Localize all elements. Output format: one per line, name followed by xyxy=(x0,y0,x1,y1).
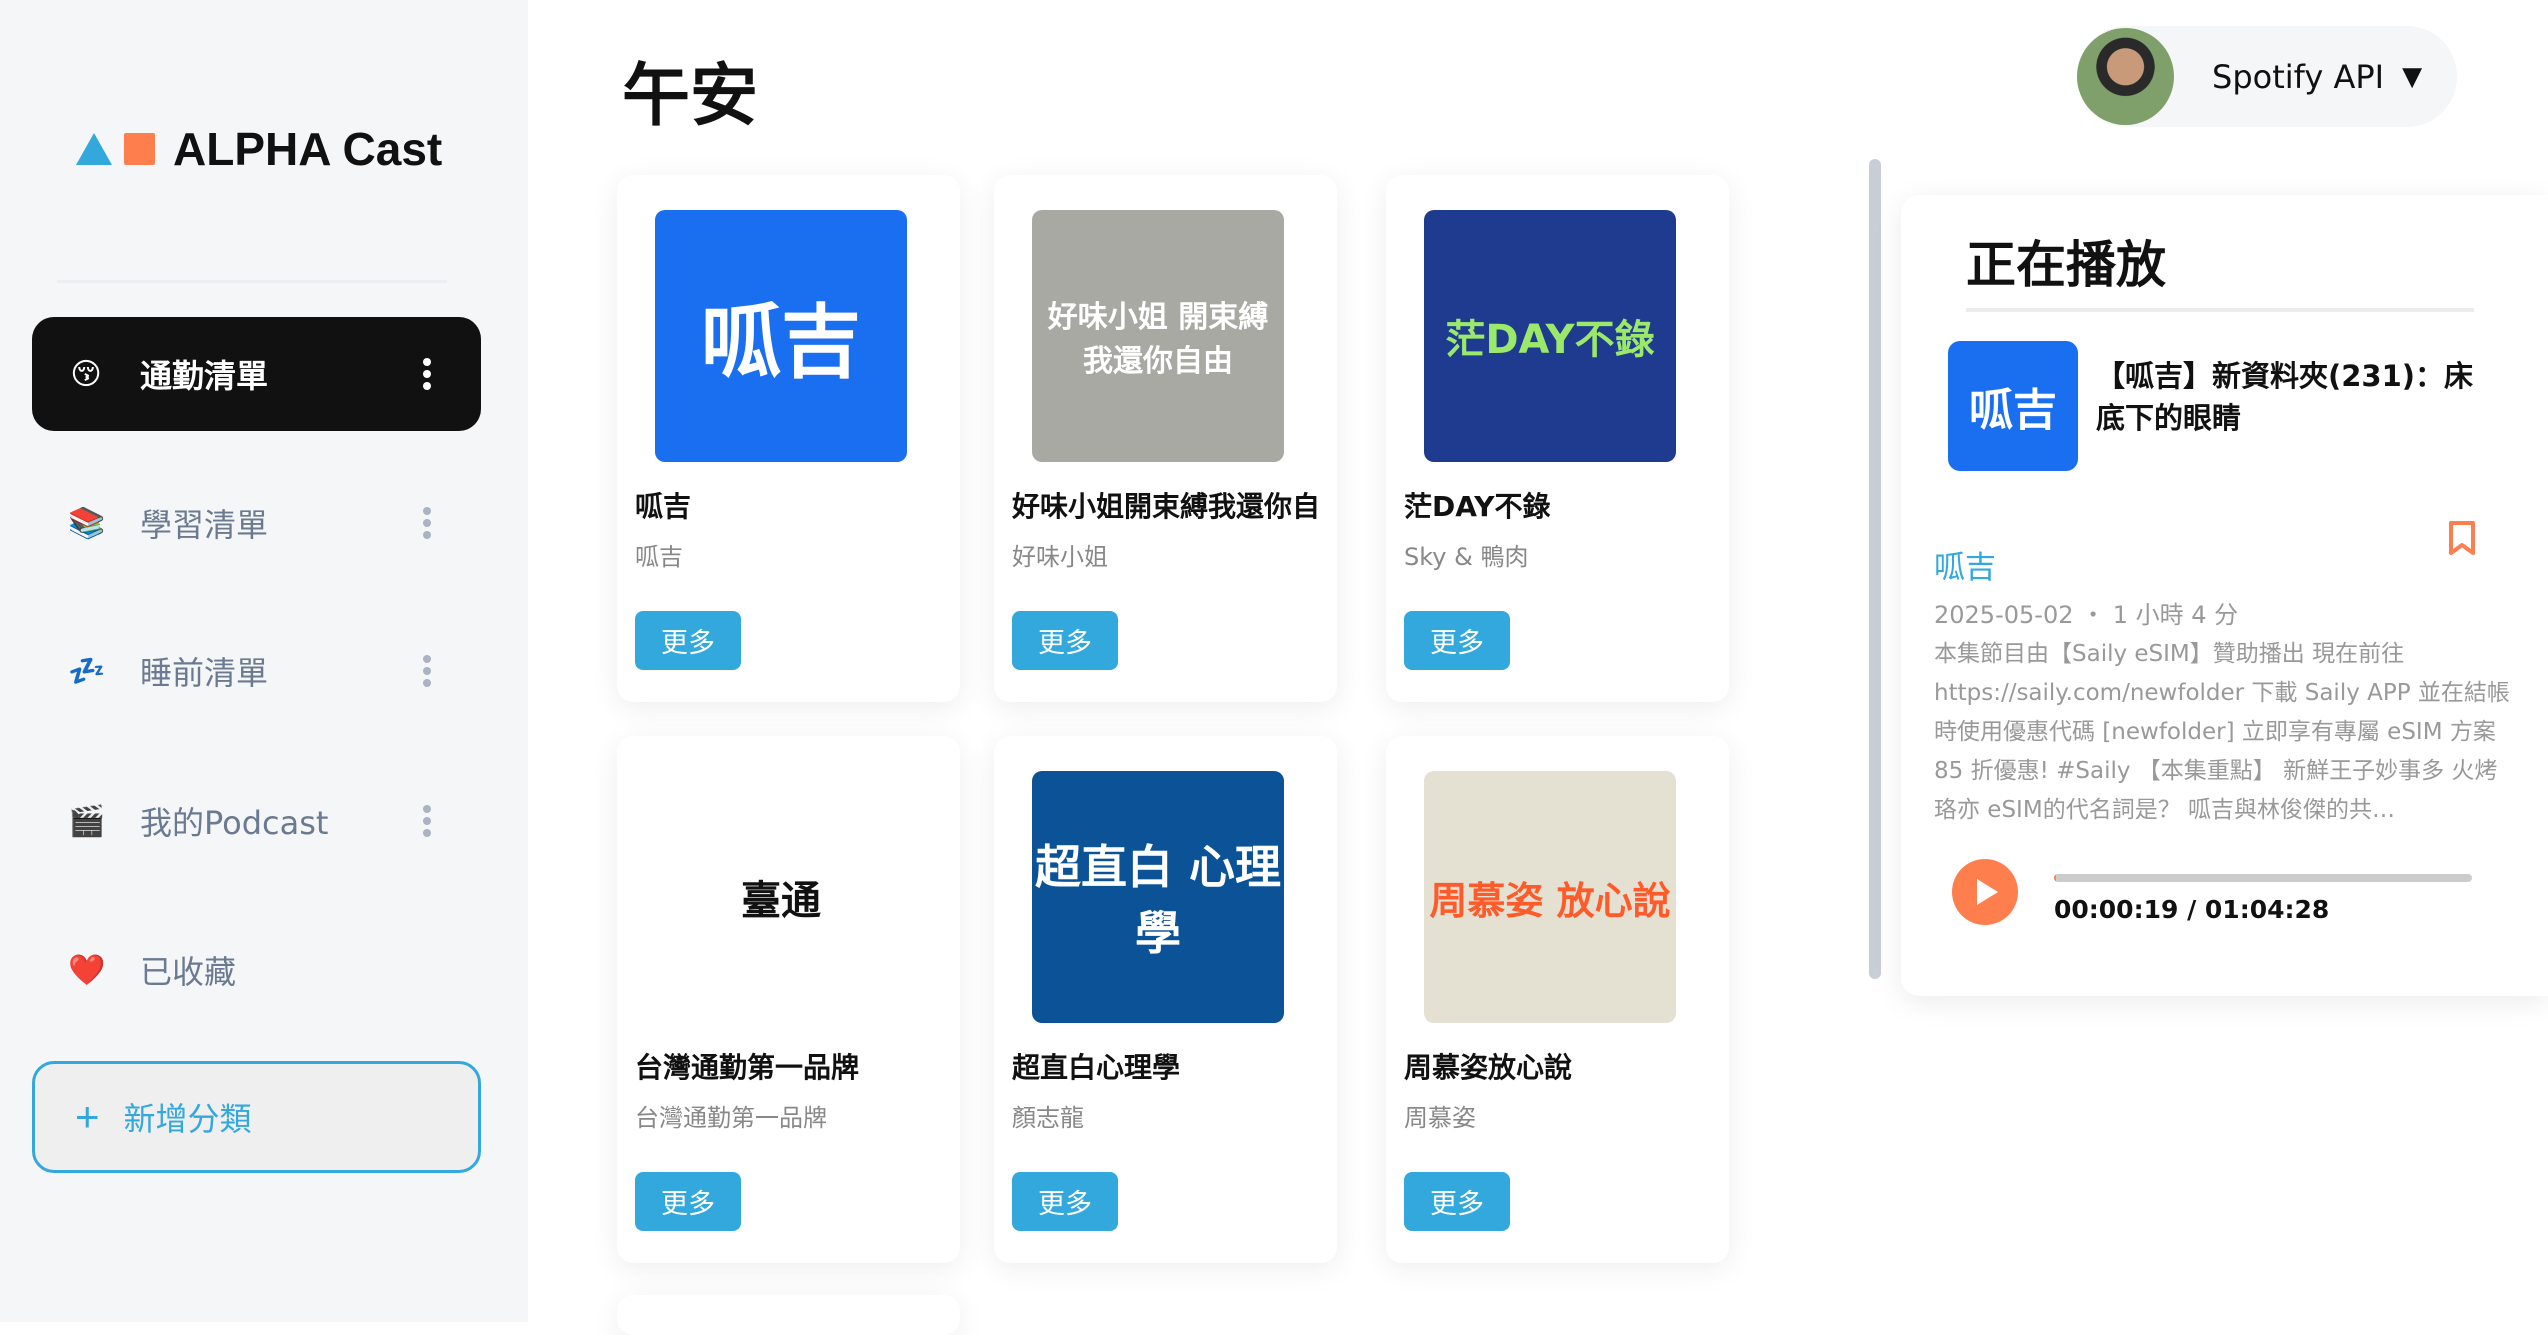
podcast-author: 台灣通勤第一品牌 xyxy=(635,1104,827,1132)
podcast-card[interactable]: 周慕姿 放心說 周慕姿放心說 周慕姿 更多 xyxy=(1386,736,1729,1263)
progress-fill xyxy=(2054,874,2057,882)
podcast-author: 呱吉 xyxy=(635,543,683,571)
divider xyxy=(57,280,447,283)
more-button[interactable]: 更多 xyxy=(1012,1172,1118,1231)
episode-cover: 呱吉 xyxy=(1948,341,2078,471)
more-button[interactable]: 更多 xyxy=(635,1172,741,1231)
podcast-cover[interactable]: 周慕姿 放心說 xyxy=(1424,771,1676,1023)
podcast-author: 顏志龍 xyxy=(1012,1104,1084,1132)
podcast-title: 茫DAY不錄 xyxy=(1404,490,1551,523)
podcast-card[interactable]: 臺通 台灣通勤第一品牌 台灣通勤第一品牌 更多 xyxy=(617,736,960,1263)
more-button[interactable]: 更多 xyxy=(635,611,741,670)
podcast-cover[interactable]: 超直白 心理學 xyxy=(1032,771,1284,1023)
now-playing-panel: 正在播放 呱吉 【呱吉】新資料夾(231)：床底下的眼睛 呱吉 2025-05-… xyxy=(1901,195,2548,996)
sidebar-item-bedtime[interactable]: 💤 睡前清單 xyxy=(32,614,481,728)
account-menu[interactable]: Spotify API ▼ xyxy=(2077,26,2457,127)
play-icon xyxy=(1977,879,1998,905)
episode-title: 【呱吉】新資料夾(231)：床底下的眼睛 xyxy=(2096,359,2474,435)
playback-time: 00:00:19 / 01:04:28 xyxy=(2054,895,2330,924)
add-category-button[interactable]: + 新增分類 xyxy=(32,1061,481,1173)
episode-meta: 2025-05-02 ・ 1 小時 4 分 xyxy=(1934,601,2239,629)
more-button[interactable]: 更多 xyxy=(1404,611,1510,670)
sidebar-item-label: 已收藏 xyxy=(140,953,237,991)
avatar xyxy=(2077,28,2174,125)
episode-description: 本集節目由【Saily eSIM】贊助播出 現在前往 https://saily… xyxy=(1934,641,2510,823)
chevron-down-icon: ▼ xyxy=(2402,61,2423,92)
more-options-icon[interactable] xyxy=(423,655,431,687)
sidebar-item-label: 通勤清單 xyxy=(140,357,269,395)
logo[interactable]: ALPHA Cast xyxy=(76,122,442,176)
sidebar-item-label: 學習清單 xyxy=(140,506,269,544)
play-button[interactable] xyxy=(1952,859,2018,925)
kissing-face-icon: 😚 xyxy=(70,356,102,392)
sidebar-item-commute[interactable]: 😚 通勤清單 xyxy=(32,317,481,431)
square-logo-icon xyxy=(124,133,155,165)
more-options-icon[interactable] xyxy=(423,805,431,837)
podcast-cover[interactable]: 好味小姐 開束縛 我還你自由 xyxy=(1032,210,1284,462)
bookmark-icon[interactable] xyxy=(2448,520,2476,556)
account-name: Spotify API xyxy=(2212,57,2385,96)
divider xyxy=(1966,308,2474,312)
podcast-title: 周慕姿放心說 xyxy=(1404,1051,1573,1084)
podcast-cover[interactable]: 茫DAY不錄 xyxy=(1424,210,1676,462)
podcast-title: 好味小姐開束縛我還你自由 xyxy=(1012,490,1322,523)
more-options-icon[interactable] xyxy=(423,507,431,539)
sidebar-item-favorites[interactable]: ❤️ 已收藏 xyxy=(32,913,481,1027)
heart-icon: ❤️ xyxy=(68,952,106,988)
podcast-card[interactable]: 好味小姐 開束縛 我還你自由 好味小姐開束縛我還你自由 好味小姐 更多 xyxy=(994,175,1337,702)
show-name[interactable]: 呱吉 xyxy=(1934,542,1996,587)
zzz-icon: 💤 xyxy=(68,653,106,689)
podcast-title: 台灣通勤第一品牌 xyxy=(635,1051,860,1084)
podcast-card[interactable]: 茫DAY不錄 茫DAY不錄 Sky & 鴨肉 更多 xyxy=(1386,175,1729,702)
more-button[interactable]: 更多 xyxy=(1012,611,1118,670)
podcast-cover[interactable]: 呱吉 xyxy=(655,210,907,462)
page-title: 午安 xyxy=(622,57,759,136)
podcast-title: 呱吉 xyxy=(635,490,692,523)
podcast-card[interactable]: 呱吉 呱吉 呱吉 更多 xyxy=(617,175,960,702)
podcast-card xyxy=(617,1295,960,1335)
podcast-author: 好味小姐 xyxy=(1012,543,1108,571)
podcast-author: 周慕姿 xyxy=(1404,1104,1476,1132)
logo-text: ALPHA Cast xyxy=(173,123,443,175)
sidebar-item-learning[interactable]: 📚 學習清單 xyxy=(32,466,481,580)
more-options-icon[interactable] xyxy=(423,358,431,390)
books-icon: 📚 xyxy=(68,505,106,541)
podcast-cover[interactable]: 臺通 xyxy=(655,771,907,1023)
more-button[interactable]: 更多 xyxy=(1404,1172,1510,1231)
triangle-logo-icon xyxy=(76,133,112,165)
sidebar-item-label: 睡前清單 xyxy=(140,654,269,692)
podcast-title: 超直白心理學 xyxy=(1012,1051,1181,1084)
sidebar-item-my-podcast[interactable]: 🎬 我的Podcast xyxy=(32,764,481,878)
sidebar-item-label: 我的Podcast xyxy=(140,804,329,842)
add-category-label: 新增分類 xyxy=(123,1101,252,1137)
scrollbar[interactable] xyxy=(1869,159,1881,979)
plus-icon: + xyxy=(75,1093,100,1140)
sidebar: ALPHA Cast 😚 通勤清單 📚 學習清單 💤 睡前清單 🎬 我的Podc… xyxy=(0,0,528,1322)
now-playing-heading: 正在播放 xyxy=(1966,236,2166,294)
clapper-board-icon: 🎬 xyxy=(68,803,106,839)
podcast-author: Sky & 鴨肉 xyxy=(1404,543,1529,571)
progress-bar[interactable] xyxy=(2054,874,2472,882)
podcast-card[interactable]: 超直白 心理學 超直白心理學 顏志龍 更多 xyxy=(994,736,1337,1263)
